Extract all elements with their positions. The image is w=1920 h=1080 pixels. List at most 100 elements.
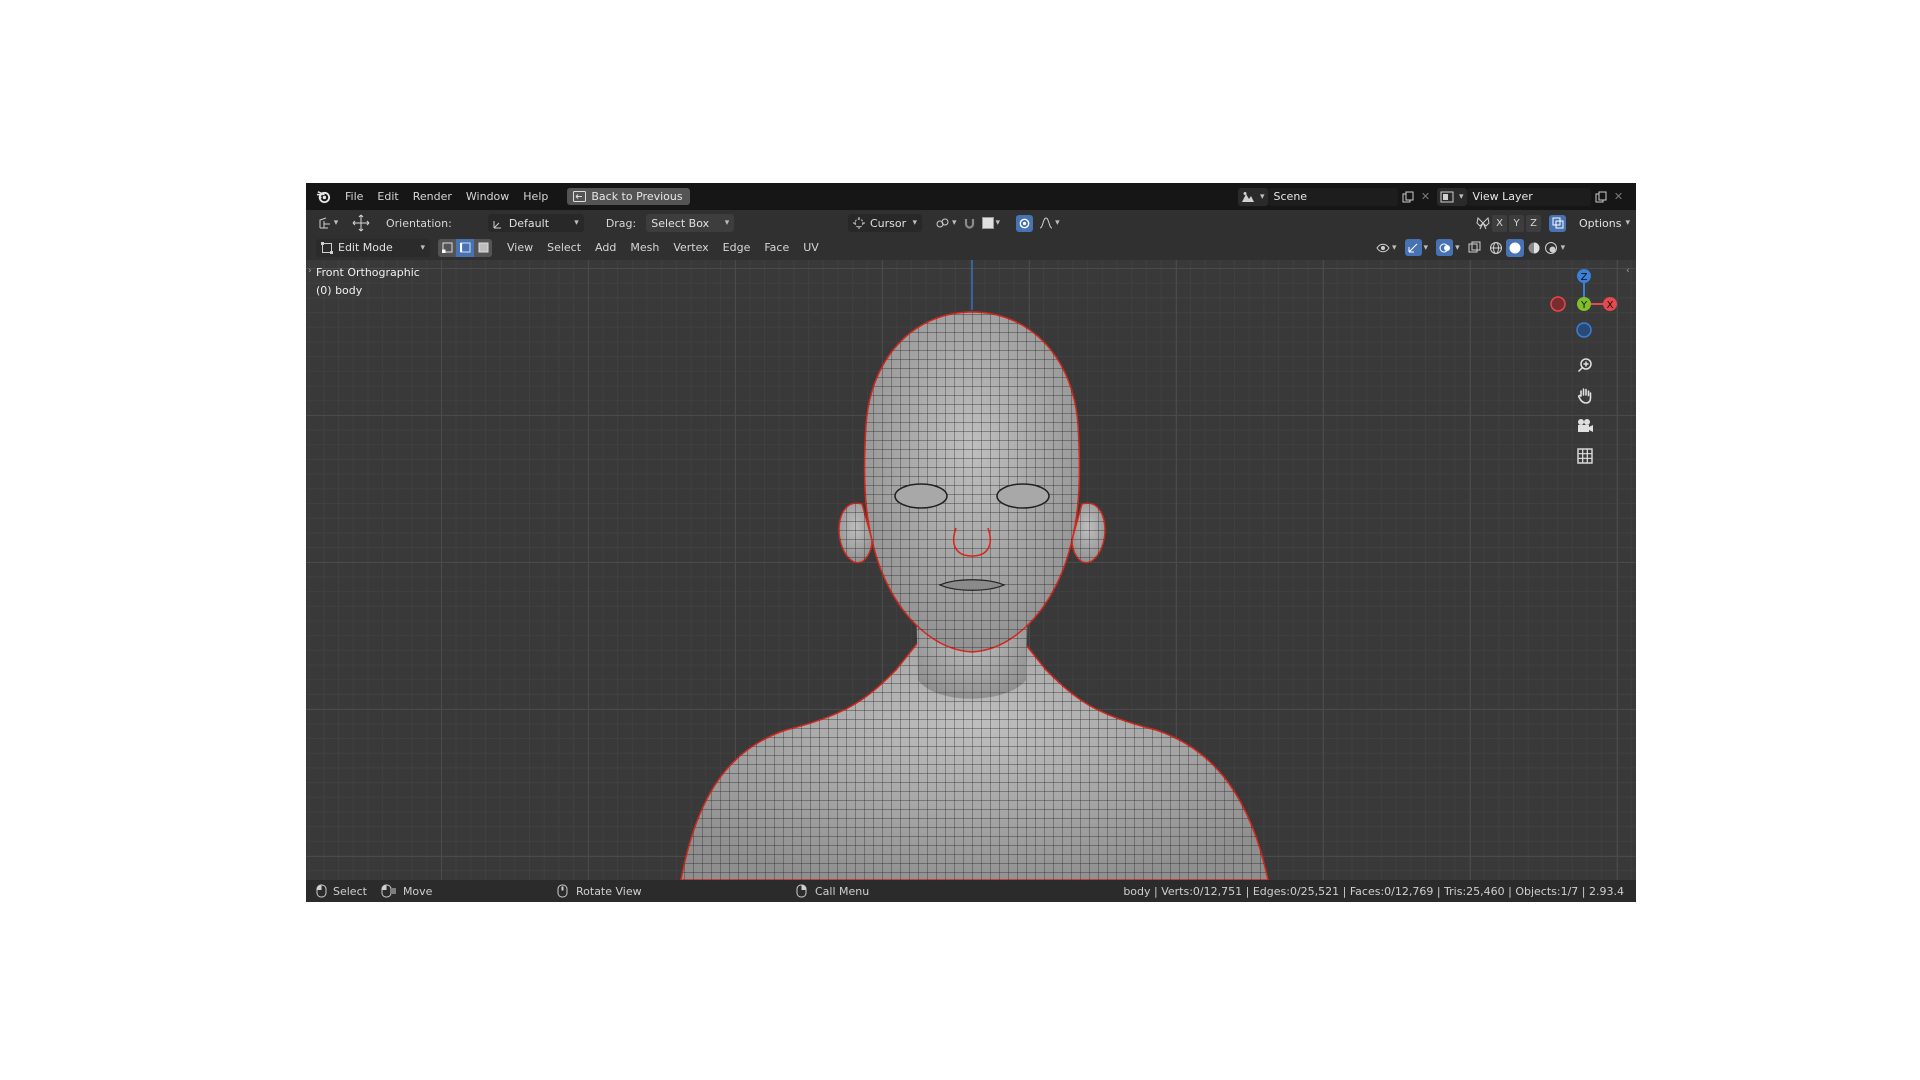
proportional-editing-icon[interactable]: [1016, 214, 1034, 232]
mouse-middle-icon: [557, 884, 568, 898]
scene-selector-button[interactable]: ▾: [1238, 187, 1268, 206]
mouse-left-icon: [316, 884, 327, 898]
back-icon: [573, 191, 587, 202]
rendered-shading-icon[interactable]: [1544, 241, 1558, 255]
options-dropdown[interactable]: Options ▾: [1574, 214, 1635, 232]
menu-vertex[interactable]: Vertex: [666, 241, 715, 254]
pivot-value: Cursor: [870, 216, 907, 230]
blender-logo-icon[interactable]: [314, 189, 332, 204]
solid-shading-icon[interactable]: [1505, 238, 1524, 257]
wireframe-shading-icon[interactable]: [1489, 241, 1503, 255]
chevron-down-icon: ▾: [952, 218, 957, 228]
scene-name-field[interactable]: Scene: [1267, 187, 1398, 206]
chevron-down-icon: ▾: [1423, 242, 1429, 253]
overlays-icon[interactable]: ▾: [1436, 239, 1460, 256]
gizmo-x-label: X: [1607, 300, 1614, 311]
cursor-pivot-icon: [853, 217, 865, 229]
menu-face[interactable]: Face: [757, 241, 796, 254]
scene-name: Scene: [1273, 190, 1308, 203]
chevron-down-icon: ▾: [1055, 218, 1060, 228]
menu-file[interactable]: File: [338, 190, 370, 203]
snap-increment-icon[interactable]: ▾: [981, 217, 1001, 229]
mouth-mesh: [938, 579, 1006, 591]
chevron-down-icon: ▾: [1459, 191, 1464, 202]
new-view-layer-icon[interactable]: [1591, 191, 1611, 203]
back-to-previous-label: Back to Previous: [591, 190, 683, 203]
hand-pan-icon[interactable]: [1572, 382, 1598, 408]
close-view-layer-icon[interactable]: ✕: [1611, 190, 1627, 203]
viewport-header: Edit Mode ▾ View Select Add Mesh Vertex …: [306, 235, 1636, 260]
menu-select[interactable]: Select: [540, 241, 588, 254]
mirror-axis-z-toggle[interactable]: Z: [1526, 214, 1541, 232]
top-bar: File Edit Render Window Help Back to Pre…: [306, 183, 1636, 210]
menu-uv[interactable]: UV: [796, 241, 826, 254]
snap-magnet-icon[interactable]: [963, 217, 976, 230]
select-mode-group: [438, 238, 492, 257]
transform-tool-icon[interactable]: ▾: [314, 216, 342, 230]
camera-icon[interactable]: [1572, 413, 1598, 439]
orientation-icon: [493, 218, 504, 229]
chevron-down-icon[interactable]: ▾: [1561, 243, 1566, 253]
edge-select-icon[interactable]: [456, 238, 474, 257]
blender-window: File Edit Render Window Help Back to Pre…: [306, 183, 1636, 902]
snapping-link-icon[interactable]: ▾: [936, 217, 957, 229]
menu-add[interactable]: Add: [588, 241, 623, 254]
vertex-select-icon[interactable]: [438, 238, 456, 257]
auto-merge-icon[interactable]: [1549, 214, 1566, 232]
move-gizmo-icon[interactable]: [350, 214, 372, 232]
view-layer-name-field[interactable]: View Layer: [1466, 187, 1591, 206]
scene-icon: [1241, 191, 1255, 203]
right-eye-mesh: [996, 483, 1050, 509]
view-layer-icon: [1440, 191, 1454, 203]
mouse-right-icon: [796, 884, 807, 898]
chevron-down-icon: ▾: [1455, 242, 1460, 253]
status-call-menu-label: Call Menu: [815, 884, 870, 898]
drag-value: Select Box: [651, 216, 710, 230]
menu-edge[interactable]: Edge: [716, 241, 758, 254]
zoom-icon[interactable]: [1572, 352, 1598, 378]
face-select-icon[interactable]: [474, 238, 492, 257]
close-scene-icon[interactable]: ✕: [1418, 190, 1434, 203]
proportional-falloff-icon[interactable]: ▾: [1039, 217, 1060, 229]
orientation-label: Orientation:: [386, 216, 452, 230]
mirror-butterfly-icon[interactable]: [1474, 216, 1492, 230]
mode-value: Edit Mode: [338, 241, 393, 254]
navigation-gizmo[interactable]: Z Y X: [1544, 264, 1624, 344]
menu-view[interactable]: View: [500, 241, 540, 254]
menu-edit[interactable]: Edit: [370, 190, 405, 203]
object-name-label: (0) body: [316, 284, 363, 297]
edit-mode-icon: [321, 241, 333, 254]
chevron-down-icon: ▾: [333, 218, 339, 228]
grid-icon[interactable]: [1572, 443, 1598, 469]
menu-help[interactable]: Help: [516, 190, 555, 203]
view-name-label: Front Orthographic: [316, 266, 420, 279]
mode-dropdown[interactable]: Edit Mode ▾: [316, 238, 430, 257]
chevron-down-icon: ▾: [995, 218, 1001, 228]
mirror-axis-y-toggle[interactable]: Y: [1509, 214, 1524, 232]
material-shading-icon[interactable]: [1527, 241, 1541, 255]
mirror-axis-x-toggle[interactable]: X: [1492, 214, 1507, 232]
menu-render[interactable]: Render: [406, 190, 459, 203]
sidebar-expand-right-icon[interactable]: ‹: [1626, 266, 1630, 276]
chevron-down-icon: ▾: [1260, 191, 1265, 202]
status-bar: Select Move Rotate View Call Menu body |…: [306, 880, 1636, 902]
orientation-dropdown[interactable]: Default ▾: [487, 214, 584, 232]
back-to-previous-button[interactable]: Back to Previous: [567, 188, 690, 205]
new-scene-icon[interactable]: [1398, 191, 1418, 203]
chevron-down-icon: ▾: [420, 242, 425, 253]
3d-viewport[interactable]: Front Orthographic (0) body Z Y X › ‹: [306, 260, 1636, 880]
view-layer-selector-button[interactable]: ▾: [1437, 187, 1467, 206]
menu-mesh[interactable]: Mesh: [623, 241, 666, 254]
drag-dropdown[interactable]: Select Box ▾: [646, 214, 735, 232]
gizmo-z-label: Z: [1581, 272, 1588, 283]
gizmo-y-label: Y: [1580, 300, 1588, 311]
pivot-point-dropdown[interactable]: Cursor ▾: [848, 214, 922, 232]
mouse-drag-icon: [381, 884, 397, 898]
xray-toggle-icon[interactable]: [1468, 241, 1481, 254]
menu-window[interactable]: Window: [459, 190, 516, 203]
sidebar-expand-left-icon[interactable]: ›: [308, 266, 312, 276]
gizmo-toggle-icon[interactable]: ▾: [1404, 239, 1429, 256]
visibility-eye-icon[interactable]: ▾: [1376, 242, 1397, 254]
chevron-down-icon: ▾: [1392, 242, 1397, 253]
status-rotate-label: Rotate View: [576, 884, 642, 898]
